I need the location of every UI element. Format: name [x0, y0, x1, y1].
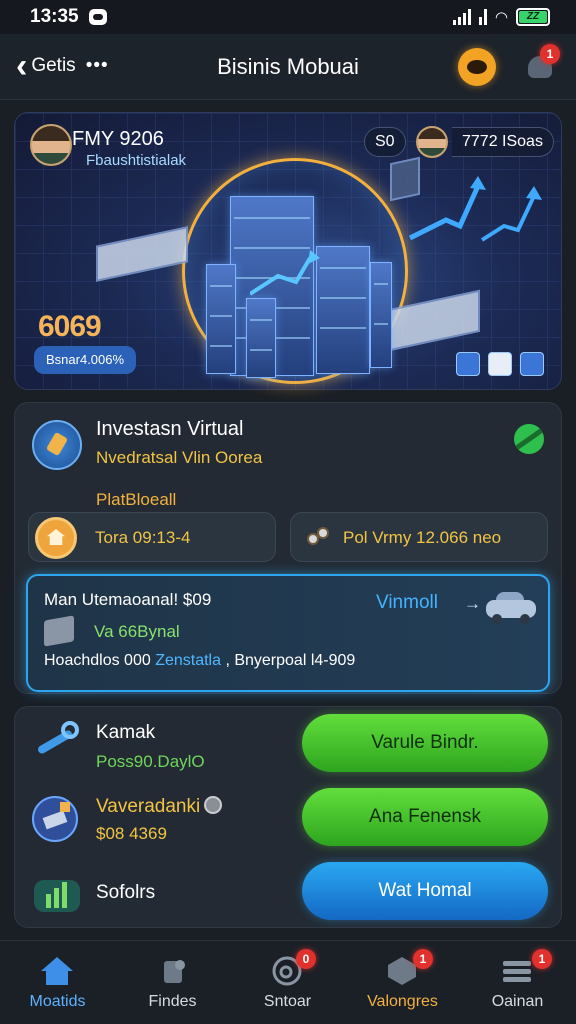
hero-subtitle: Fbaushtistialak	[86, 152, 187, 169]
signal-icon	[452, 9, 471, 25]
primary-action-button[interactable]: Varule Bindr.	[302, 714, 548, 772]
analysis-button[interactable]: Ana Fenensk	[302, 788, 548, 846]
nav-challenges-label: Valongres	[367, 993, 438, 1010]
nav-menu-label: Oainan	[491, 993, 544, 1010]
battery-icon: ZZ	[516, 8, 550, 26]
hero-name: FMY 9206	[72, 128, 164, 150]
notification-icon	[88, 9, 107, 25]
nav-findes-label: Findes	[148, 993, 197, 1010]
growth-arrows-icon	[250, 176, 542, 296]
profile-notification-button[interactable]: 1	[522, 44, 560, 84]
avatar[interactable]	[30, 124, 72, 166]
nav-search-label: Sntoar	[263, 993, 312, 1010]
signal-icon-2	[478, 9, 487, 25]
home-icon	[41, 957, 73, 985]
cube-icon-2	[488, 352, 512, 376]
nav-search-badge: 0	[296, 949, 316, 969]
building-left	[206, 264, 236, 374]
cube-icon-3	[520, 352, 544, 376]
platform-label: PlatBloeall	[96, 490, 177, 509]
home-badge-icon	[35, 517, 77, 559]
item1-subtitle: Poss90.DaylO	[96, 752, 205, 771]
gears-icon	[307, 527, 331, 549]
status-icon[interactable]	[514, 424, 544, 454]
investment-subtitle: Nvedratsal Vlin Oorea	[96, 448, 263, 467]
item3-title: Sofolrs	[96, 882, 156, 903]
coin-icon	[204, 796, 222, 814]
menu-icon	[503, 961, 531, 982]
view-button[interactable]: Wat Homal	[302, 862, 548, 920]
highlight-link[interactable]: Vinmoll	[376, 592, 438, 614]
time-pill[interactable]: Tora 09:13-4	[28, 512, 276, 562]
investment-icon	[32, 420, 82, 470]
camera-button[interactable]	[458, 48, 496, 86]
bar-chart-icon	[34, 880, 80, 912]
hero-chip-left[interactable]: S0	[364, 127, 406, 157]
hero-growth-pill[interactable]: Bsnar4.006%	[34, 346, 137, 374]
globe-chart-icon	[32, 796, 78, 842]
item1-title: Kamak	[96, 722, 156, 743]
item2-subtitle: $08 4369	[96, 824, 167, 843]
hero-chip-right[interactable]: 7772 ISoas	[452, 127, 554, 157]
nav-home-label: Moatids	[29, 993, 86, 1010]
car-icon	[486, 590, 536, 624]
box-icon	[44, 615, 74, 647]
detail-part-b[interactable]: Zenstatla	[155, 652, 221, 669]
amount-pill[interactable]: Pol Vrmy 12.066 neo	[290, 512, 548, 562]
amount-pill-text: Pol Vrmy 12.066 neo	[343, 528, 502, 547]
status-bar: 13:35 ◠ ZZ	[0, 0, 576, 34]
highlight-detail: Hoachdlos 000 Zenstatla , Bnyerpoal l4-9…	[44, 652, 355, 670]
nav-search[interactable]: 0 Sntoar	[230, 941, 345, 1024]
wifi-icon: ◠	[494, 9, 508, 26]
detail-part-a: Hoachdlos 000	[44, 652, 156, 669]
nav-menu-badge: 1	[532, 949, 552, 969]
detail-part-c: , Bnyerpoal l4-909	[221, 652, 356, 669]
nav-home[interactable]: Moatids	[0, 941, 115, 1024]
arrow-right-icon: →	[464, 594, 481, 613]
building-front	[246, 298, 276, 378]
wrench-icon	[38, 721, 79, 754]
highlight-value: Va 66Bynal	[94, 622, 180, 641]
item2-title: Vaveradanki	[96, 796, 201, 817]
nav-findes[interactable]: Findes	[115, 941, 230, 1024]
highlight-title: Man Utemaoanal! $09	[44, 590, 212, 609]
nav-challenges[interactable]: 1 Valongres	[345, 941, 460, 1024]
cube-icon-1	[456, 352, 480, 376]
hero-value: 6069	[38, 310, 102, 343]
nav-menu[interactable]: 1 Oainan	[460, 941, 575, 1024]
bottom-nav: Moatids Findes 0 Sntoar 1 Valongres 1 Oa…	[0, 940, 576, 1024]
investment-title: Investasn Virtual	[96, 418, 244, 440]
notification-badge: 1	[540, 44, 560, 64]
nav-challenges-badge: 1	[413, 949, 433, 969]
time-pill-text: Tora 09:13-4	[95, 528, 191, 547]
hero-avatar-small	[416, 126, 448, 158]
status-time: 13:35	[30, 6, 79, 27]
puzzle-icon	[164, 960, 185, 983]
